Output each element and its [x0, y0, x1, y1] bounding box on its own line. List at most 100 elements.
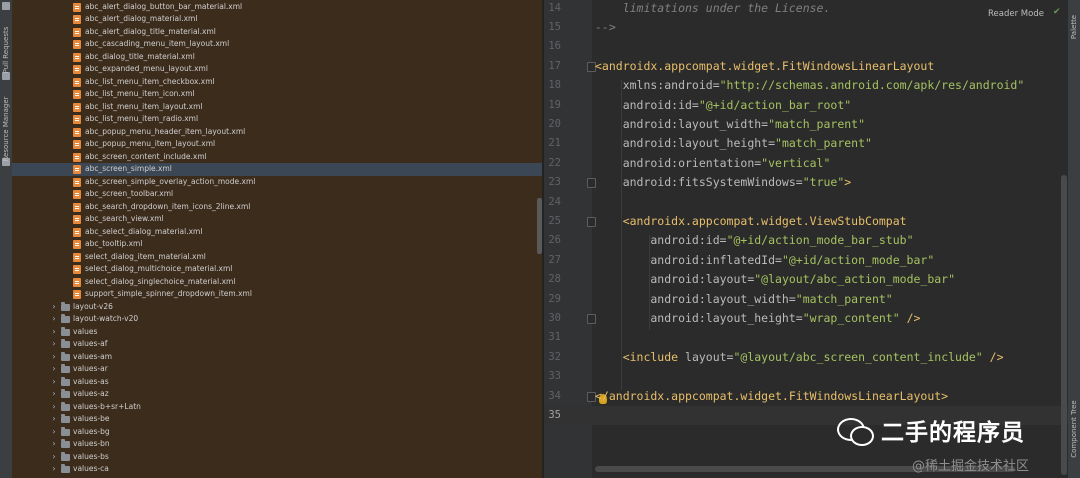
- code-line[interactable]: 31: [544, 328, 1068, 347]
- tree-file-item[interactable]: abc_alert_dialog_button_bar_material.xml: [12, 1, 542, 14]
- tree-folder-label: values-b+sr+Latn: [73, 401, 141, 411]
- chevron-right-icon[interactable]: ›: [49, 426, 59, 439]
- tree-folder-item[interactable]: › values-as: [12, 376, 542, 389]
- tree-file-item[interactable]: support_simple_spinner_dropdown_item.xml: [12, 288, 542, 301]
- chevron-right-icon[interactable]: ›: [49, 351, 59, 364]
- pull-requests-tab[interactable]: Pull Requests: [0, 18, 12, 82]
- tree-folder-item[interactable]: › values-ar: [12, 363, 542, 376]
- code-line[interactable]: 20 android:layout_width="match_parent": [544, 115, 1068, 134]
- tree-folder-item[interactable]: › layout-v26: [12, 301, 542, 314]
- tree-file-item[interactable]: abc_cascading_menu_item_layout.xml: [12, 38, 542, 51]
- code-line[interactable]: 28 android:layout="@layout/abc_action_mo…: [544, 270, 1068, 289]
- tree-folder-label: values: [73, 326, 98, 336]
- code-line[interactable]: 23 android:fitsSystemWindows="true">: [544, 173, 1068, 192]
- project-tool-tab[interactable]: [0, 0, 12, 12]
- xml-file-icon: [73, 115, 81, 124]
- code-line[interactable]: 27 android:inflatedId="@+id/action_mode_…: [544, 251, 1068, 270]
- palette-tab[interactable]: Palette: [1068, 12, 1080, 42]
- tree-file-item[interactable]: abc_screen_toolbar.xml: [12, 188, 542, 201]
- code-text: android:layout_height="wrap_content" />: [595, 309, 920, 328]
- code-text: android:inflatedId="@+id/action_mode_bar…: [595, 251, 934, 270]
- chevron-right-icon[interactable]: ›: [49, 363, 59, 376]
- line-number: 16: [548, 40, 561, 53]
- chevron-right-icon[interactable]: ›: [49, 463, 59, 476]
- tree-folder-item[interactable]: › values-b+sr+Latn: [12, 401, 542, 414]
- tree-file-item[interactable]: abc_list_menu_item_checkbox.xml: [12, 76, 542, 89]
- tree-file-item[interactable]: abc_select_dialog_material.xml: [12, 226, 542, 239]
- code-text: android:layout_height="match_parent": [595, 134, 872, 153]
- code-line[interactable]: 34 </androidx.appcompat.widget.FitWindows…: [544, 387, 1068, 406]
- tree-file-item[interactable]: abc_alert_dialog_material.xml: [12, 13, 542, 26]
- tree-folder-item[interactable]: › layout-watch-v20: [12, 313, 542, 326]
- tree-file-item[interactable]: abc_screen_content_include.xml: [12, 151, 542, 164]
- xml-file-icon: [73, 227, 81, 237]
- chevron-right-icon[interactable]: ›: [49, 376, 59, 389]
- code-line[interactable]: 16: [544, 37, 1068, 56]
- reader-mode-button[interactable]: Reader Mode: [988, 9, 1044, 19]
- code-line[interactable]: 24: [544, 193, 1068, 212]
- tree-folder-item[interactable]: › values-ca: [12, 463, 542, 476]
- tree-folder-item[interactable]: › values-am: [12, 351, 542, 364]
- tree-folder-item[interactable]: › values-bs: [12, 451, 542, 464]
- tree-folder-item[interactable]: › values-az: [12, 388, 542, 401]
- tree-file-label: abc_popup_menu_item_layout.xml: [85, 139, 216, 148]
- code-line[interactable]: 17 <androidx.appcompat.widget.FitWindowsL…: [544, 57, 1068, 76]
- tree-file-item[interactable]: abc_list_menu_item_layout.xml: [12, 101, 542, 114]
- editor-vertical-scrollbar[interactable]: [1061, 175, 1067, 475]
- chevron-right-icon[interactable]: ›: [49, 451, 59, 464]
- tree-file-item[interactable]: select_dialog_item_material.xml: [12, 251, 542, 264]
- chevron-right-icon[interactable]: ›: [49, 326, 59, 339]
- tree-file-label: support_simple_spinner_dropdown_item.xml: [85, 289, 252, 298]
- project-tree[interactable]: abc_alert_dialog_button_bar_material.xml…: [12, 0, 542, 478]
- tree-folder-item[interactable]: › values: [12, 326, 542, 339]
- tree-file-item[interactable]: abc_tooltip.xml: [12, 238, 542, 251]
- tree-file-item[interactable]: select_dialog_singlechoice_material.xml: [12, 276, 542, 289]
- code-line[interactable]: 32 <include layout="@layout/abc_screen_c…: [544, 348, 1068, 367]
- tree-folder-item[interactable]: › values-af: [12, 338, 542, 351]
- tree-folder-item[interactable]: › values-bg: [12, 426, 542, 439]
- tree-file-label: abc_screen_toolbar.xml: [85, 189, 174, 198]
- code-line[interactable]: 26 android:id="@+id/action_mode_bar_stub…: [544, 231, 1068, 250]
- code-text: android:id="@+id/action_mode_bar_stub": [595, 231, 913, 250]
- tree-file-item[interactable]: abc_popup_menu_header_item_layout.xml: [12, 126, 542, 139]
- tree-file-item[interactable]: select_dialog_multichoice_material.xml: [12, 263, 542, 276]
- code-token: "@layout/abc_action_mode_bar": [754, 272, 956, 287]
- component-tree-tab[interactable]: Component Tree: [1068, 400, 1080, 458]
- tree-file-item[interactable]: abc_expanded_menu_layout.xml: [12, 63, 542, 76]
- tree-file-label: abc_search_view.xml: [85, 214, 164, 223]
- code-line[interactable]: 29 android:layout_width="match_parent": [544, 290, 1068, 309]
- code-line[interactable]: 21 android:layout_height="match_parent": [544, 134, 1068, 153]
- tree-folder-item[interactable]: › values-be: [12, 413, 542, 426]
- code-editor[interactable]: 14 limitations under the License. 15 --> 16…: [544, 0, 1068, 478]
- chevron-right-icon[interactable]: ›: [49, 413, 59, 426]
- tree-file-item[interactable]: abc_popup_menu_item_layout.xml: [12, 138, 542, 151]
- tree-file-item[interactable]: abc_alert_dialog_title_material.xml: [12, 26, 542, 39]
- tree-file-item[interactable]: abc_list_menu_item_radio.xml: [12, 113, 542, 126]
- code-line[interactable]: 33: [544, 367, 1068, 386]
- tree-file-item[interactable]: abc_list_menu_item_icon.xml: [12, 88, 542, 101]
- chevron-right-icon[interactable]: ›: [49, 313, 59, 326]
- tree-file-item[interactable]: abc_screen_simple_overlay_action_mode.xm…: [12, 176, 542, 189]
- tree-file-item[interactable]: abc_dialog_title_material.xml: [12, 51, 542, 64]
- tree-file-item[interactable]: abc_search_dropdown_item_icons_2line.xml: [12, 201, 542, 214]
- code-text: limitations under the License.: [595, 0, 831, 18]
- code-line[interactable]: 18 xmlns:android="http://schemas.android…: [544, 76, 1068, 95]
- code-line[interactable]: 15 -->: [544, 18, 1068, 37]
- resource-manager-tab[interactable]: Resource Manager: [0, 90, 12, 168]
- code-line[interactable]: 22 android:orientation="vertical": [544, 154, 1068, 173]
- tree-file-label: abc_select_dialog_material.xml: [85, 226, 203, 236]
- code-line[interactable]: 25 <androidx.appcompat.widget.ViewStubCo…: [544, 212, 1068, 231]
- code-line[interactable]: 19 android:id="@+id/action_bar_root": [544, 96, 1068, 115]
- chevron-right-icon[interactable]: ›: [49, 401, 59, 414]
- folder-icon: [61, 439, 70, 448]
- chevron-right-icon[interactable]: ›: [49, 338, 59, 351]
- chevron-right-icon[interactable]: ›: [49, 301, 59, 314]
- code-token: "@+id/action_bar_root": [698, 97, 852, 112]
- code-token: <include: [595, 349, 686, 364]
- tree-folder-item[interactable]: › values-bn: [12, 438, 542, 451]
- chevron-right-icon[interactable]: ›: [49, 388, 59, 401]
- code-line[interactable]: 30 android:layout_height="wrap_content" …: [544, 309, 1068, 328]
- chevron-right-icon[interactable]: ›: [49, 438, 59, 451]
- tree-file-item[interactable]: abc_search_view.xml: [12, 213, 542, 226]
- tree-file-item[interactable]: abc_screen_simple.xml: [12, 163, 542, 176]
